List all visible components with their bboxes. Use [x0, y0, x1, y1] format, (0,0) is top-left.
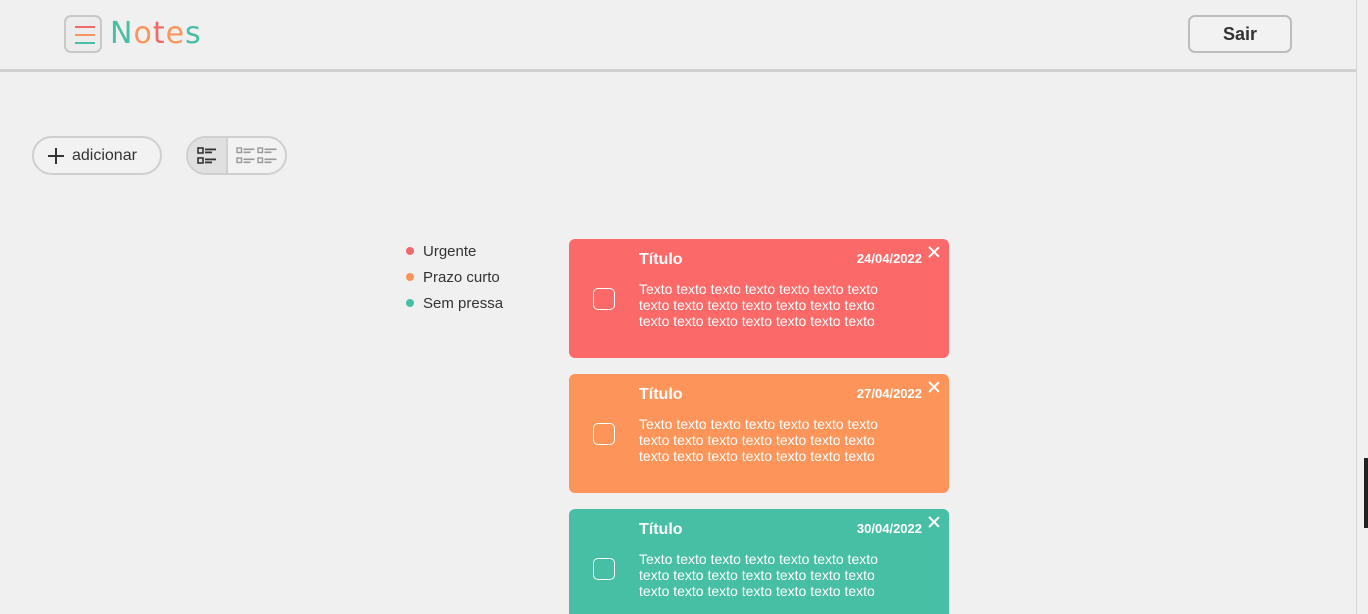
- close-icon[interactable]: [928, 516, 940, 528]
- add-note-button[interactable]: adicionar: [32, 136, 162, 175]
- plus-icon: [48, 147, 64, 164]
- add-note-label: adicionar: [72, 146, 137, 164]
- legend-dot: [406, 247, 414, 255]
- legend-item-short-deadline: Prazo curto: [406, 264, 503, 290]
- logo-letter: t: [152, 16, 166, 51]
- logo-letter: e: [165, 16, 186, 51]
- logo-letter: o: [133, 16, 153, 51]
- grid-view-icon: [235, 146, 276, 163]
- logout-button[interactable]: Sair: [1188, 15, 1292, 53]
- note-date: 24/04/2022: [856, 251, 922, 266]
- notes-app: Notes Sair adicionar Urgente Prazo curto…: [0, 0, 1368, 614]
- note-title: Título: [639, 386, 683, 403]
- note-checkbox[interactable]: [593, 558, 615, 580]
- hamburger-icon-bar-top: [75, 26, 95, 28]
- app-logo: Notes: [110, 16, 202, 52]
- logo-letter: s: [185, 16, 202, 51]
- note-card[interactable]: Título 24/04/2022 Texto texto texto text…: [569, 239, 949, 358]
- legend-label: Urgente: [423, 242, 477, 260]
- legend-label: Prazo curto: [423, 268, 500, 286]
- note-checkbox[interactable]: [593, 423, 615, 445]
- hamburger-icon-bar-bottom: [75, 42, 95, 44]
- list-view-button[interactable]: [188, 138, 228, 173]
- logo-letter: N: [110, 16, 134, 51]
- note-card[interactable]: Título 27/04/2022 Texto texto texto text…: [569, 374, 949, 493]
- note-card[interactable]: Título 30/04/2022 Texto texto texto text…: [569, 509, 949, 614]
- close-icon[interactable]: [928, 246, 940, 258]
- legend-item-no-rush: Sem pressa: [406, 290, 503, 316]
- note-title: Título: [639, 251, 683, 268]
- close-icon[interactable]: [928, 381, 940, 393]
- note-checkbox[interactable]: [593, 288, 615, 310]
- hamburger-icon-bar-middle: [75, 34, 95, 36]
- legend-dot: [406, 299, 414, 307]
- note-title: Título: [639, 521, 683, 538]
- note-date: 27/04/2022: [856, 386, 922, 401]
- menu-button[interactable]: [64, 15, 102, 53]
- grid-view-button[interactable]: [228, 138, 285, 173]
- legend-dot: [406, 273, 414, 281]
- legend-item-urgent: Urgente: [406, 238, 503, 264]
- note-body: Texto texto texto texto texto texto text…: [639, 551, 878, 599]
- note-date: 30/04/2022: [856, 521, 922, 536]
- view-mode-toggle: [186, 136, 287, 175]
- scrollbar-thumb[interactable]: [1364, 458, 1368, 528]
- top-bar: Notes Sair: [0, 0, 1356, 72]
- note-body: Texto texto texto texto texto texto text…: [639, 281, 878, 329]
- list-view-icon: [197, 146, 216, 164]
- note-body: Texto texto texto texto texto texto text…: [639, 416, 878, 464]
- priority-legend: Urgente Prazo curto Sem pressa: [406, 238, 503, 316]
- legend-label: Sem pressa: [423, 294, 504, 312]
